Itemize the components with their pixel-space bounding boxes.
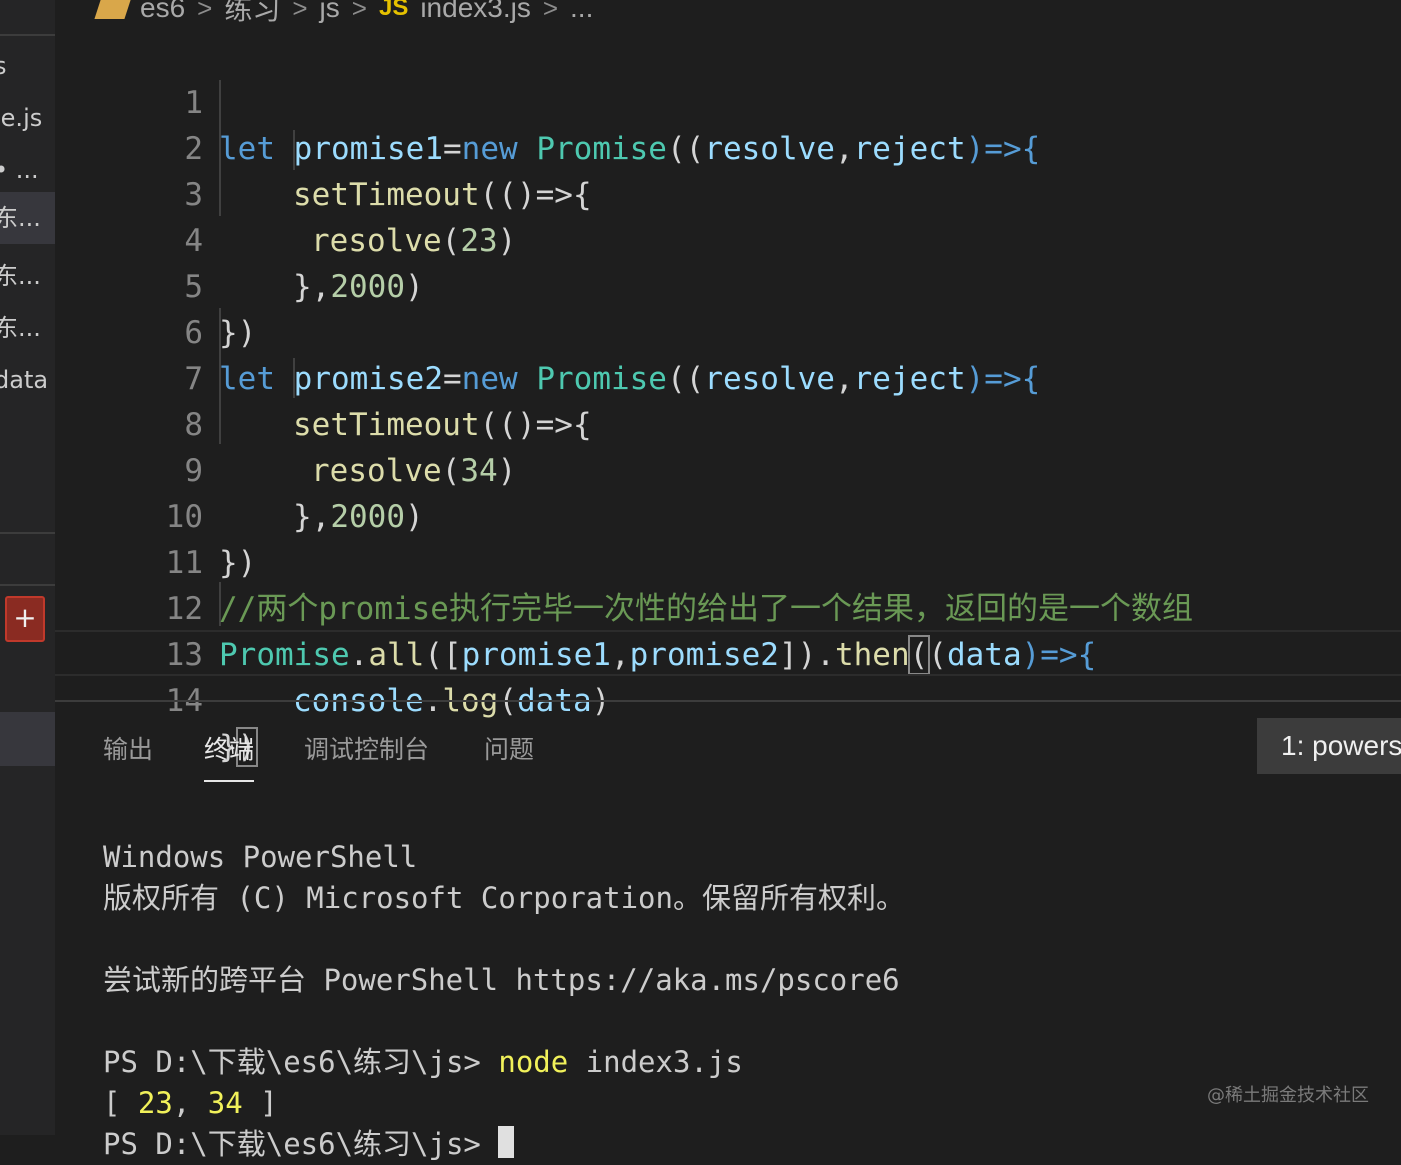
explorer-sidebar: s le.js • ... 东... 东... 东... data + <box>0 0 55 1135</box>
terminal-line: 版权所有 (C) Microsoft Corporation。保留所有权利。 <box>103 881 905 915</box>
code-line[interactable]: 8 resolve(34) <box>55 356 1401 489</box>
terminal-output-text: ] <box>242 1086 278 1120</box>
terminal-command-args: index3.js <box>568 1045 743 1079</box>
tab-terminal[interactable]: 终端 <box>204 730 255 782</box>
sidebar-item[interactable]: data <box>0 360 55 400</box>
terminal-cursor <box>498 1126 515 1158</box>
sidebar-divider <box>0 532 55 534</box>
terminal-command-line: PS D:\下载\es6\练习\js> node index3.js <box>103 1041 743 1083</box>
folder-icon <box>94 0 132 19</box>
js-file-icon: JS <box>378 0 409 21</box>
sidebar-item[interactable]: • ... <box>0 150 55 190</box>
code-line[interactable]: 3 resolve(23) <box>55 126 1401 259</box>
sidebar-item[interactable]: 东... <box>0 308 55 348</box>
chevron-right-icon: > <box>351 0 367 23</box>
breadcrumb: es6 > 练习 > js > JS index3.js > ... <box>94 0 593 28</box>
sidebar-item[interactable]: le.js <box>0 98 55 138</box>
terminal-output-value: 34 <box>207 1086 243 1120</box>
code-line[interactable]: 13 console.log(data) <box>55 586 1401 719</box>
code-line[interactable]: 12 Promise.all([promise1,promise2]).then… <box>55 540 1401 675</box>
terminal-output-line: [ 23, 34 ] <box>103 1082 278 1124</box>
breadcrumb-sub2[interactable]: js <box>320 0 340 24</box>
chevron-right-icon: > <box>197 0 213 23</box>
terminal-command: node <box>498 1045 569 1079</box>
code-line[interactable]: 9 },2000) <box>55 402 1401 535</box>
terminal-line: 尝试新的跨平台 PowerShell https://aka.ms/pscore… <box>103 963 900 997</box>
terminal-prompt: PS D:\下载\es6\练习\js> <box>103 1045 499 1079</box>
sidebar-item[interactable]: s <box>0 46 55 86</box>
terminal-select-dropdown[interactable]: 1: powershell <box>1257 718 1401 774</box>
code-line[interactable]: 1 let promise1=new Promise((resolve,reje… <box>55 34 1401 167</box>
tab-output[interactable]: 输出 <box>103 730 153 780</box>
breadcrumb-folder[interactable]: es6 <box>140 0 185 24</box>
terminal-output-text: [ <box>103 1086 138 1120</box>
code-line[interactable]: 10 }) <box>55 448 1401 581</box>
sidebar-item-active[interactable]: 东... <box>0 192 55 244</box>
sidebar-panel-block <box>0 712 55 766</box>
sidebar-divider <box>0 34 55 36</box>
terminal-output-value: 23 <box>137 1086 173 1120</box>
code-line[interactable]: 5 }) <box>55 218 1401 351</box>
terminal-line: Windows PowerShell <box>103 840 418 874</box>
watermark: @稀土掘金技术社区 <box>1207 1085 1369 1106</box>
breadcrumb-tail[interactable]: ... <box>570 0 593 24</box>
breadcrumb-file[interactable]: index3.js <box>420 0 531 24</box>
add-button[interactable]: + <box>5 596 45 642</box>
terminal-output-text: , <box>172 1086 208 1120</box>
code-line[interactable]: 11 //两个promise执行完毕一次性的给出了一个结果，返回的是一个数组 <box>55 494 1401 627</box>
sidebar-divider <box>0 584 55 586</box>
code-line-current[interactable]: 14 }) <box>55 630 1401 767</box>
bottom-panel: 输出 终端 调试控制台 问题 1: powershell Windows Pow… <box>55 700 1401 1161</box>
chevron-right-icon: > <box>292 0 308 23</box>
sidebar-item[interactable]: 东... <box>0 256 55 296</box>
code-line[interactable]: 7 setTimeout(()=>{ <box>55 310 1401 443</box>
tab-problems[interactable]: 问题 <box>484 730 534 780</box>
terminal-prompt: PS D:\下载\es6\练习\js> <box>103 1127 499 1161</box>
code-line[interactable]: 4 },2000) <box>55 172 1401 305</box>
terminal-input-line[interactable]: PS D:\下载\es6\练习\js> <box>103 1123 515 1165</box>
chevron-right-icon: > <box>542 0 559 23</box>
code-editor[interactable]: 1 let promise1=new Promise((resolve,reje… <box>55 34 1401 767</box>
code-line[interactable]: 2 setTimeout(()=>{ <box>55 80 1401 213</box>
tab-debug-console[interactable]: 调试控制台 <box>304 730 429 780</box>
breadcrumb-sub1[interactable]: 练习 <box>224 0 280 28</box>
code-line[interactable]: 6 let promise2=new Promise((resolve,reje… <box>55 264 1401 397</box>
